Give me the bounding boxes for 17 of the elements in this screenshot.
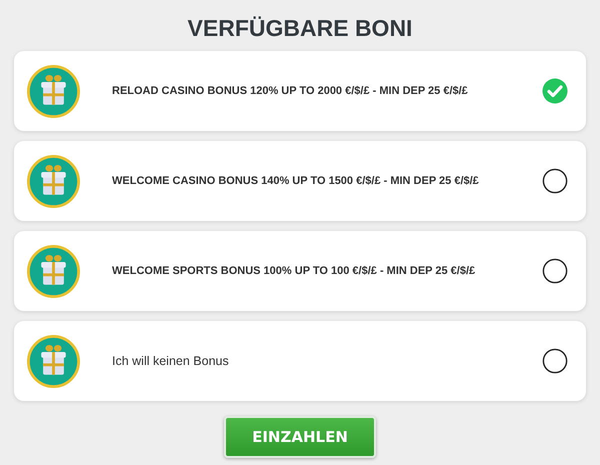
option-label: WELCOME SPORTS BONUS 100% UP TO 100 €/$/£ - MIN DEP 25 €/$/£ (112, 265, 476, 277)
option-label: Ich will keinen Bonus (112, 354, 230, 368)
gift-icon (27, 154, 80, 208)
radio-button[interactable] (542, 258, 568, 284)
gift-icon (27, 334, 80, 388)
gift-icon (27, 244, 80, 298)
gift-icon (27, 64, 80, 118)
option-label: RELOAD CASINO BONUS 120% UP TO 2000 €/$/£ - MIN DEP 25 €/$/£ (112, 85, 469, 97)
bonus-option[interactable]: Ich will keinen Bonus (14, 321, 586, 401)
check-icon[interactable] (542, 78, 568, 104)
radio-button[interactable] (542, 168, 568, 194)
bonus-option[interactable]: RELOAD CASINO BONUS 120% UP TO 2000 €/$/£ - MIN DEP 25 €/$/£ (14, 51, 586, 131)
bonus-option[interactable]: WELCOME CASINO BONUS 140% UP TO 1500 €/$/£ - MIN DEP 25 €/$/£ (14, 141, 586, 221)
bonus-option[interactable]: WELCOME SPORTS BONUS 100% UP TO 100 €/$/£ - MIN DEP 25 €/$/£ (14, 231, 586, 311)
radio-button[interactable] (542, 348, 568, 374)
option-label: WELCOME CASINO BONUS 140% UP TO 1500 €/$/£ - MIN DEP 25 €/$/£ (112, 175, 480, 187)
page-title: VERFÜGBARE BONI (188, 14, 412, 42)
